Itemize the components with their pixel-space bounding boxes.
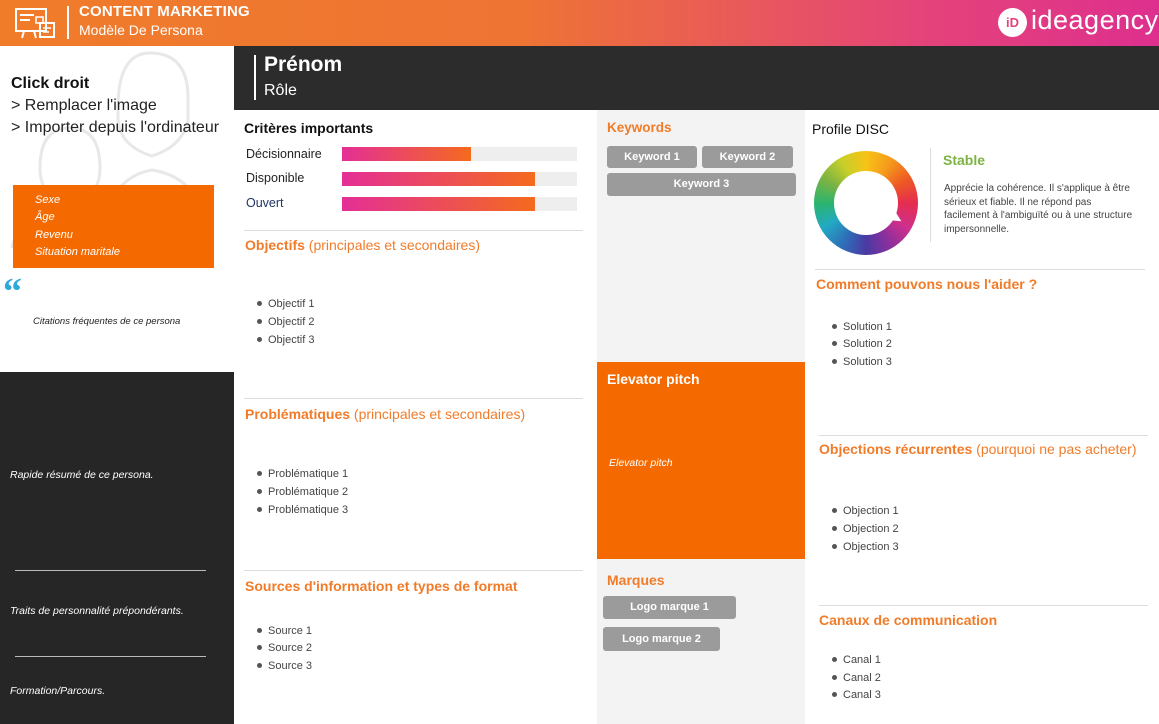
divider <box>819 605 1148 606</box>
disc-type: Stable <box>943 152 986 168</box>
name-separator <box>254 55 256 100</box>
divider <box>244 230 583 231</box>
brand-logo-text: ideagency <box>1031 5 1159 35</box>
persona-name-bar <box>234 46 1159 110</box>
criteria-bar-fill <box>342 197 535 211</box>
keyword-tag[interactable]: Keyword 3 <box>607 173 796 196</box>
list-item: Objection 1 <box>832 505 899 517</box>
presentation-board-icon <box>15 8 55 39</box>
problems-title: Problématiques (principales et secondair… <box>245 406 526 422</box>
criteria-bar <box>342 197 577 211</box>
list-item: Solution 2 <box>832 338 892 350</box>
list-item: Objection 3 <box>832 541 899 553</box>
list-item: Objectif 1 <box>257 298 314 310</box>
header-separator <box>67 6 69 39</box>
list-item: Canal 3 <box>832 689 881 701</box>
header-subtitle: Modèle De Persona <box>79 22 203 38</box>
persona-role[interactable]: Rôle <box>264 82 297 100</box>
demographics-box: Sexe Âge Revenu Situation maritale <box>13 185 214 268</box>
criteria-bar <box>342 147 577 161</box>
education-text: Formation/Parcours. <box>10 685 106 697</box>
disc-wheel-icon <box>814 151 918 255</box>
quote-icon: “ <box>3 271 22 313</box>
list-item: Source 1 <box>257 625 312 637</box>
demographic-age: Âge <box>35 211 55 223</box>
disc-title: Profile DISC <box>812 121 890 137</box>
divider <box>15 570 206 571</box>
list-item: Source 2 <box>257 642 312 654</box>
elevator-pitch-title: Elevator pitch <box>607 371 700 387</box>
brand-logo-placeholder[interactable]: Logo marque 2 <box>603 627 720 651</box>
demographic-revenu: Revenu <box>35 229 73 241</box>
list-item: Problématique 2 <box>257 486 348 498</box>
brands-title: Marques <box>607 572 665 588</box>
traits-text: Traits de personnalité prépondérants. <box>10 605 184 617</box>
list-item: Problématique 3 <box>257 504 348 516</box>
divider <box>15 656 206 657</box>
divider <box>244 570 583 571</box>
divider <box>815 269 1145 270</box>
criteria-label: Décisionnaire <box>246 147 322 161</box>
brand-logo-mark: iD <box>998 8 1027 37</box>
keyword-tag[interactable]: Keyword 1 <box>607 146 697 168</box>
demographic-sexe: Sexe <box>35 194 61 206</box>
list-item: Objectif 3 <box>257 334 314 346</box>
photo-instruction-import: > Importer depuis l'ordinateur <box>11 119 220 136</box>
criteria-bar <box>342 172 577 186</box>
elevator-pitch-text[interactable]: Elevator pitch <box>609 457 673 469</box>
list-item: Objectif 2 <box>257 316 314 328</box>
header-title: CONTENT MARKETING <box>79 3 250 20</box>
divider <box>930 148 931 242</box>
list-item: Problématique 1 <box>257 468 348 480</box>
divider <box>819 435 1148 436</box>
summary-panel: Rapide résumé de ce persona. Traits de p… <box>0 372 234 724</box>
keyword-tag[interactable]: Keyword 2 <box>702 146 793 168</box>
list-item: Canal 2 <box>832 672 881 684</box>
objections-title: Objections récurrentes (pourquoi ne pas … <box>819 441 1137 457</box>
list-item: Solution 1 <box>832 321 892 333</box>
help-title: Comment pouvons nous l'aider ? <box>816 276 1038 292</box>
demographic-situation: Situation maritale <box>35 246 120 258</box>
photo-instruction-replace: > Remplacer l'image <box>11 97 157 114</box>
list-item: Solution 3 <box>832 356 892 368</box>
photo-instructions-title: Click droit <box>11 75 90 92</box>
divider <box>244 398 583 399</box>
criteria-label: Ouvert <box>246 196 284 210</box>
brand-logo-placeholder[interactable]: Logo marque 1 <box>603 596 736 619</box>
criteria-bar-fill <box>342 172 535 186</box>
disc-description: Apprécie la cohérence. Il s'applique à ê… <box>944 183 1133 235</box>
list-item: Canal 1 <box>832 654 881 666</box>
list-item: Source 3 <box>257 660 312 672</box>
persona-first-name[interactable]: Prénom <box>264 53 342 77</box>
criteria-label: Disponible <box>246 171 305 185</box>
channels-title: Canaux de communication <box>819 612 998 628</box>
criteria-bar-fill <box>342 147 472 161</box>
sources-title: Sources d'information et types de format <box>245 578 518 594</box>
objectives-title: Objectifs (principales et secondaires) <box>245 237 480 253</box>
summary-text: Rapide résumé de ce persona. <box>10 469 154 481</box>
keywords-title: Keywords <box>607 120 672 135</box>
criteria-title: Critères importants <box>244 120 374 136</box>
quote-text: Citations fréquentes de ce persona <box>33 316 181 327</box>
list-item: Objection 2 <box>832 523 899 535</box>
